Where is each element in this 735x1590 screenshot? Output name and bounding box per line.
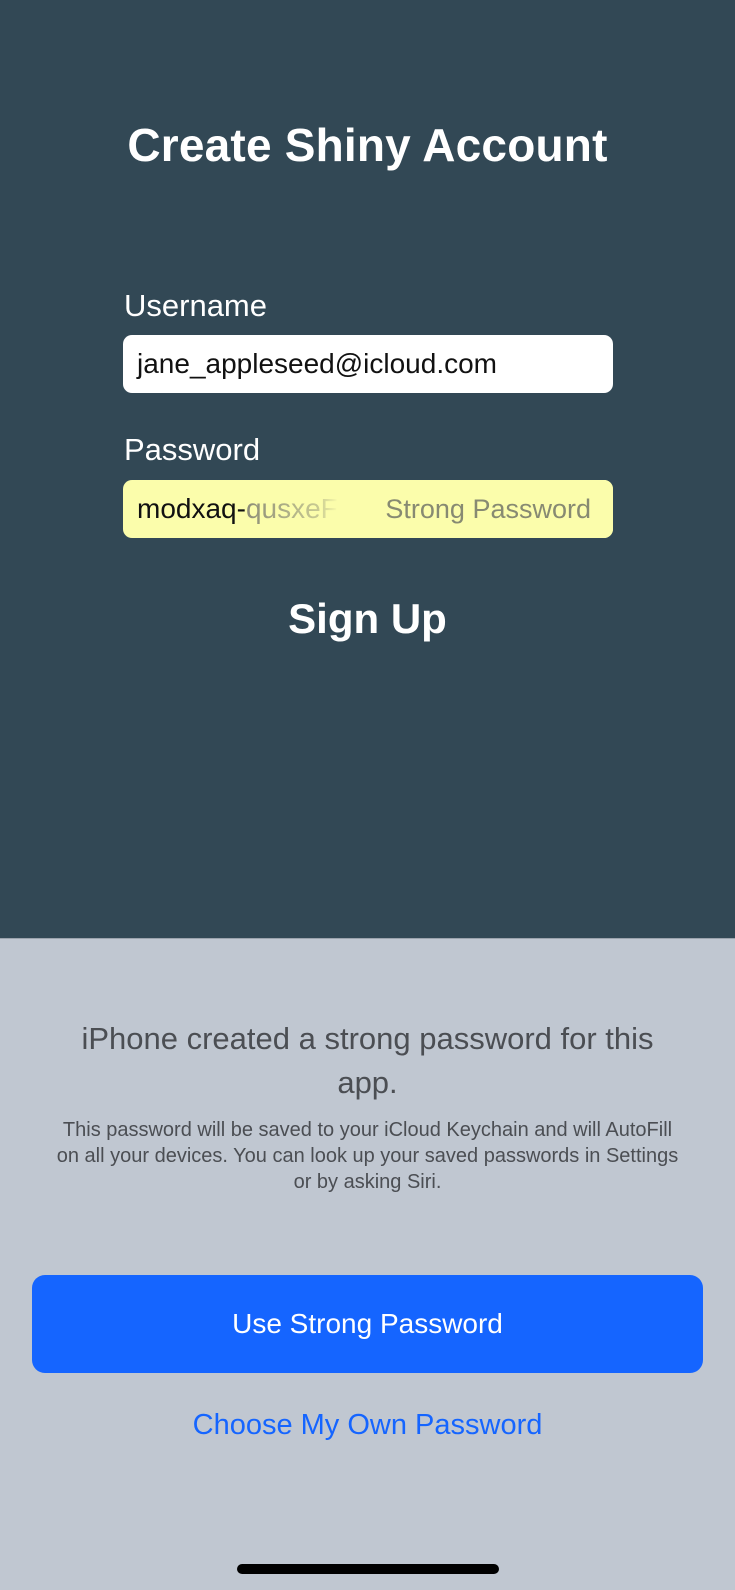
sheet-heading: iPhone created a strong password for thi… bbox=[81, 1021, 654, 1100]
password-label: Password bbox=[124, 432, 261, 467]
strong-password-badge: Strong Password bbox=[355, 480, 613, 538]
home-indicator[interactable] bbox=[237, 1564, 499, 1574]
password-field[interactable]: modxaq-qusxeF Strong Password bbox=[123, 480, 613, 538]
app-screen: Create Shiny Account Username jane_apple… bbox=[0, 0, 735, 938]
password-value: modxaq- bbox=[137, 493, 246, 524]
page-title: Create Shiny Account bbox=[127, 119, 608, 171]
password-value-faded: qusxeF bbox=[245, 493, 338, 524]
strong-password-sheet: iPhone created a strong password for thi… bbox=[0, 938, 735, 1590]
use-strong-password-button[interactable]: Use Strong Password bbox=[32, 1275, 703, 1373]
sheet-description: This password will be saved to your iClo… bbox=[56, 1119, 679, 1193]
username-value: jane_appleseed@icloud.com bbox=[137, 348, 497, 379]
choose-my-own-password-button[interactable]: Choose My Own Password bbox=[0, 1409, 735, 1442]
sign-up-button[interactable]: Sign Up bbox=[0, 595, 735, 643]
username-label: Username bbox=[124, 288, 267, 323]
username-field[interactable]: jane_appleseed@icloud.com bbox=[123, 335, 613, 393]
